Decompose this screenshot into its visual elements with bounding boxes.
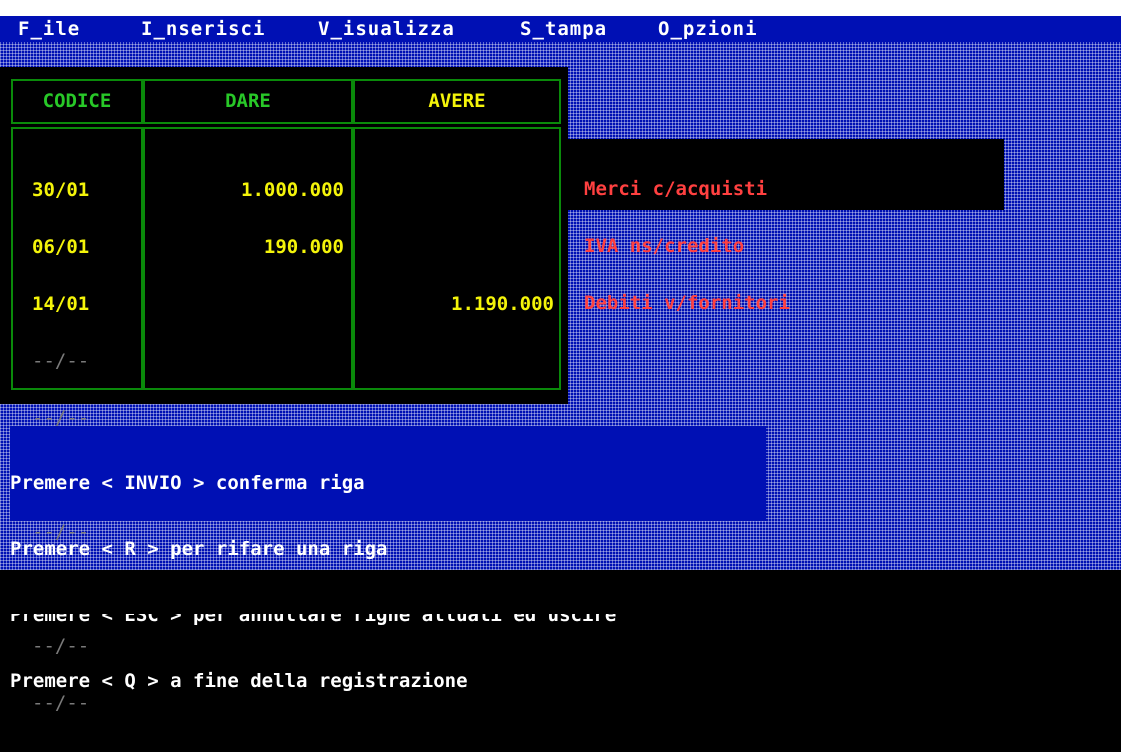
code-cell[interactable]: 30/01 bbox=[32, 181, 89, 200]
dare-cell[interactable]: 190.000 bbox=[150, 238, 344, 257]
account-description: Merci c/acquisti bbox=[584, 178, 768, 200]
help-line-fine: Premere < Q > a fine della registrazione bbox=[10, 670, 468, 692]
bottom-status-area bbox=[0, 570, 1121, 614]
avere-cell[interactable] bbox=[360, 181, 554, 200]
menu-opzioni[interactable]: O_pzioni bbox=[658, 16, 758, 42]
account-description: Debiti v/fornitori bbox=[584, 292, 790, 314]
dare-cell[interactable]: 1.000.000 bbox=[150, 181, 344, 200]
header-codice: CODICE bbox=[42, 90, 112, 112]
journal-entry-table: CODICE DARE AVERE 30/01 06/01 14/01 --/-… bbox=[0, 67, 568, 713]
avere-values: 1.190.000 bbox=[360, 143, 554, 352]
header-dare: DARE bbox=[225, 90, 271, 112]
window-top-edge bbox=[0, 0, 1121, 16]
menu-bar: F_ile I_nserisci V_isualizza S_tampa O_p… bbox=[0, 16, 1121, 42]
menu-inserisci[interactable]: I_nserisci bbox=[141, 16, 265, 42]
keyboard-help-panel: Premere < INVIO > conferma riga Premere … bbox=[10, 426, 766, 692]
menu-stampa[interactable]: S_tampa bbox=[520, 16, 607, 42]
account-description: IVA ns/credito bbox=[584, 235, 745, 257]
account-description-panel: Merci c/acquisti IVA ns/credito Debiti v… bbox=[568, 139, 1004, 313]
dare-values: 1.000.000 190.000 bbox=[150, 143, 344, 352]
account-descriptions: Merci c/acquisti IVA ns/credito Debiti v… bbox=[584, 142, 790, 351]
avere-cell[interactable]: 1.190.000 bbox=[360, 295, 554, 314]
menu-file[interactable]: F_ile bbox=[18, 16, 80, 42]
code-cell[interactable]: 06/01 bbox=[32, 238, 89, 257]
avere-cell[interactable] bbox=[360, 238, 554, 257]
dare-cell[interactable] bbox=[150, 295, 344, 314]
help-line-rifare: Premere < R > per rifare una riga bbox=[10, 538, 388, 560]
empty-code-cell[interactable]: --/-- bbox=[32, 352, 89, 371]
menu-visualizza[interactable]: V_isualizza bbox=[318, 16, 455, 42]
help-line-invio: Premere < INVIO > conferma riga bbox=[10, 472, 365, 494]
code-cell[interactable]: 14/01 bbox=[32, 295, 89, 314]
header-avere: AVERE bbox=[428, 90, 486, 112]
